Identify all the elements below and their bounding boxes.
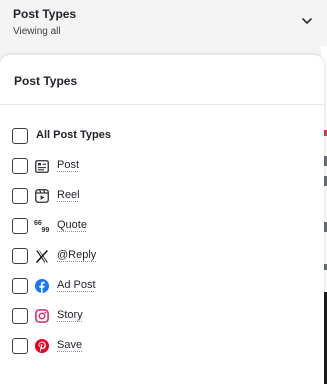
option-reply[interactable]: @Reply (0, 241, 324, 271)
option-label: @Reply (57, 249, 97, 261)
checkbox[interactable] (12, 158, 28, 174)
option-save[interactable]: Save (0, 331, 324, 361)
checkbox[interactable] (12, 248, 28, 264)
checkbox[interactable] (12, 338, 28, 354)
option-label: Reel (57, 189, 80, 201)
post-types-filter-header[interactable]: Post Types Viewing all (0, 0, 327, 46)
option-quote[interactable]: 66 99 Quote (0, 211, 324, 241)
option-label: Story (57, 309, 83, 321)
option-story[interactable]: Story (0, 301, 324, 331)
option-label: Quote (57, 219, 87, 231)
facebook-icon (34, 278, 50, 294)
filter-title: Post Types (13, 7, 77, 21)
checkbox[interactable] (12, 308, 28, 324)
option-label: Save (57, 339, 83, 351)
option-reel[interactable]: Reel (0, 181, 324, 211)
x-logo-icon (34, 248, 50, 264)
panel-title: Post Types (14, 74, 78, 88)
panel-divider (0, 104, 324, 105)
post-icon (34, 158, 50, 174)
option-label: Ad Post (57, 279, 96, 291)
checkbox[interactable] (12, 278, 28, 294)
svg-text:66: 66 (34, 220, 42, 227)
option-post[interactable]: Post (0, 151, 324, 181)
checkbox[interactable] (12, 128, 28, 144)
option-label: All Post Types (36, 129, 111, 141)
reel-icon (34, 188, 50, 204)
option-all-post-types[interactable]: All Post Types (0, 121, 324, 151)
checkbox[interactable] (12, 188, 28, 204)
option-label: Post (57, 159, 80, 171)
pinterest-icon (34, 338, 50, 354)
quote-icon: 66 99 (34, 218, 50, 234)
svg-text:99: 99 (42, 227, 50, 233)
filter-subtitle: Viewing all (13, 26, 61, 37)
chevron-down-icon[interactable] (300, 14, 314, 28)
option-ad-post[interactable]: Ad Post (0, 271, 324, 301)
post-types-dropdown: Post Types All Post Types Post Reel 66 9… (0, 55, 324, 384)
instagram-icon (34, 308, 50, 324)
checkbox[interactable] (12, 218, 28, 234)
